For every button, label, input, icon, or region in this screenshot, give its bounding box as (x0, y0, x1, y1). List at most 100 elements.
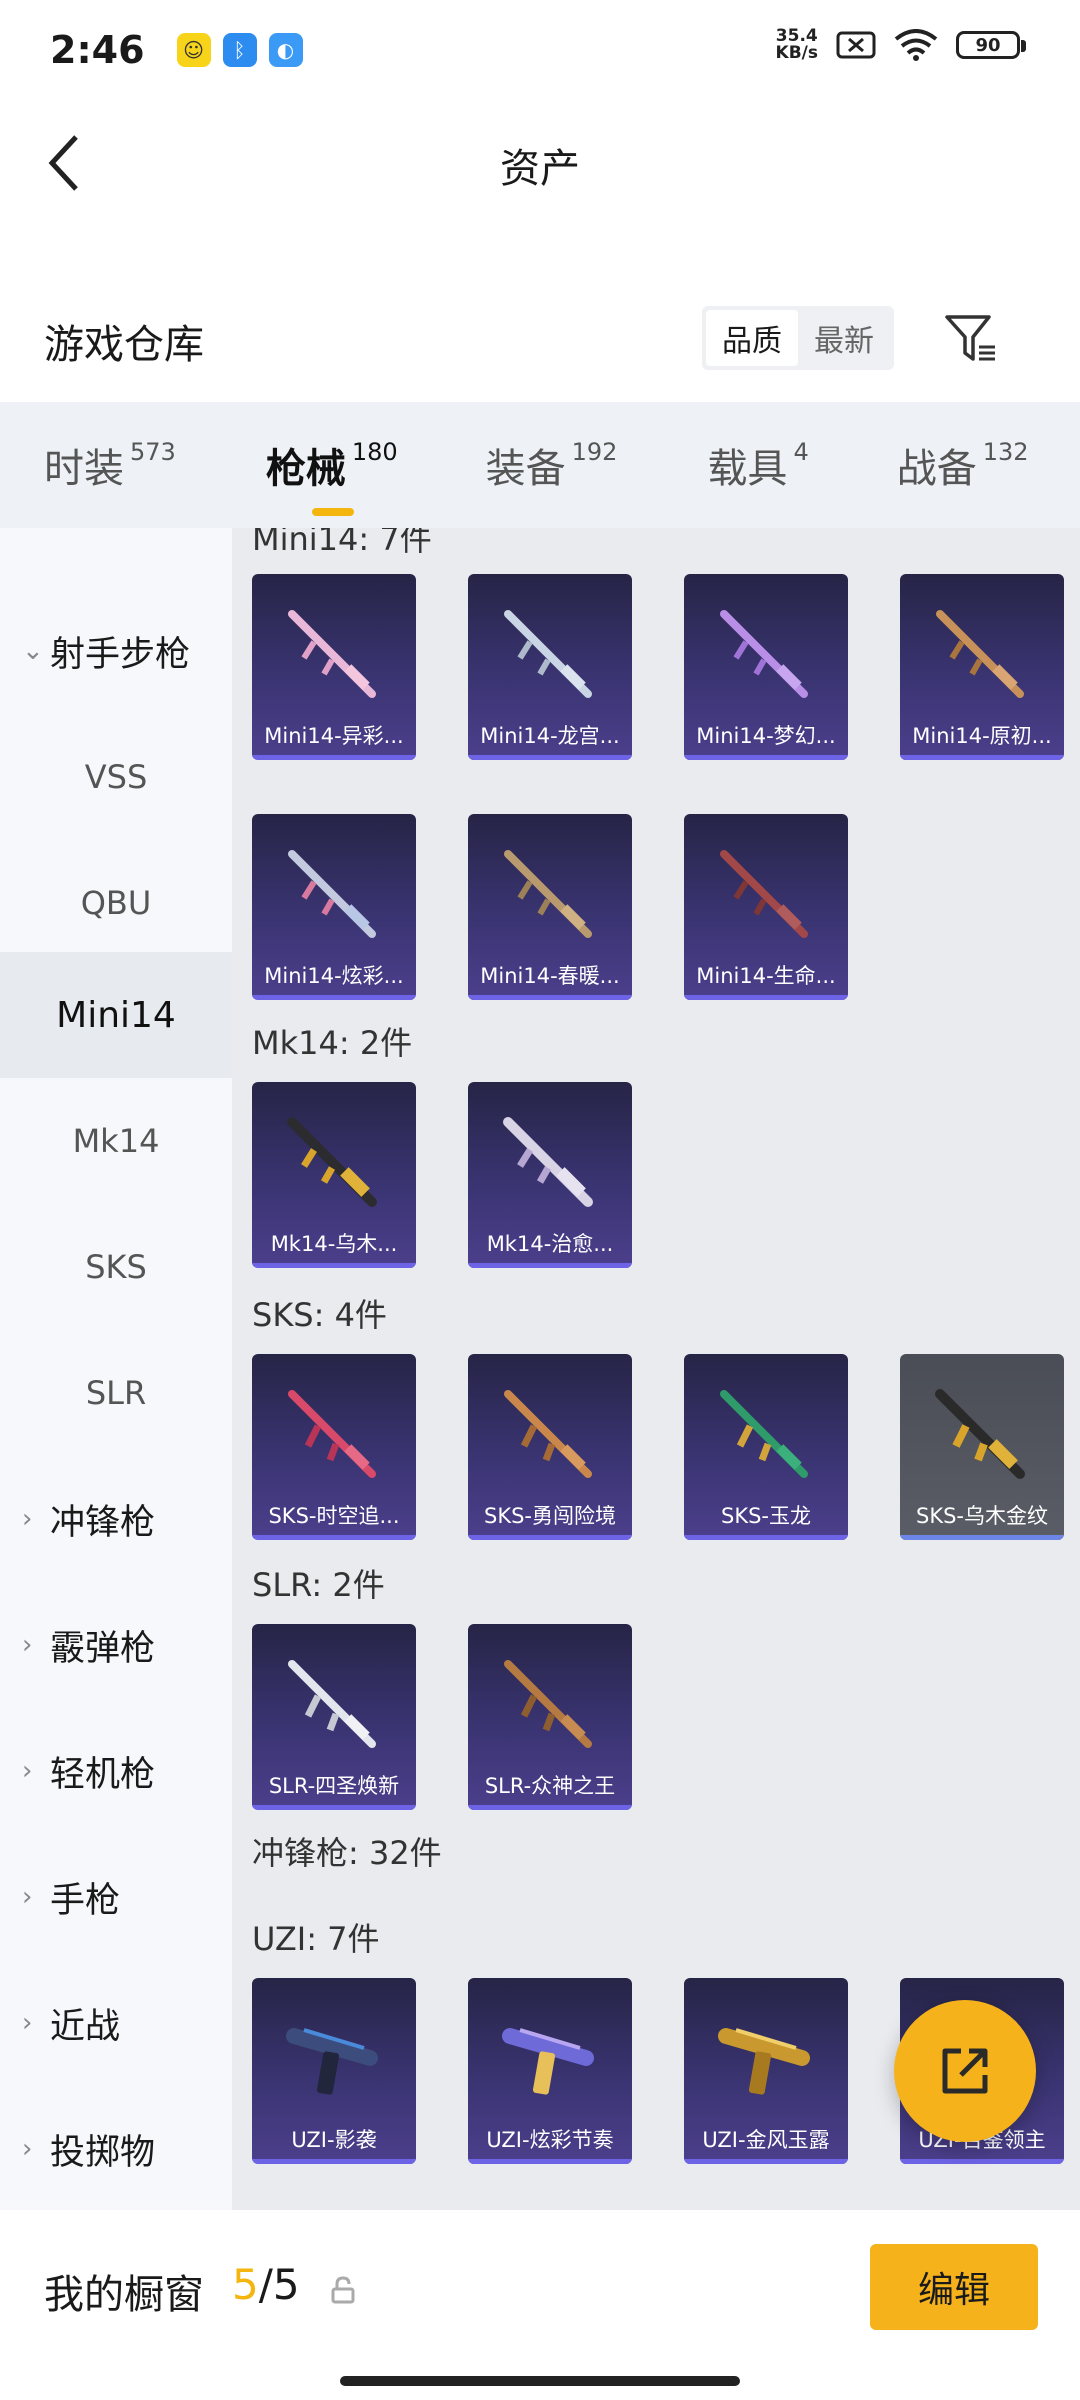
skin-card[interactable]: SLR-众神之王 (468, 1624, 632, 1810)
rarity-bar (900, 1535, 1064, 1540)
rarity-bar (468, 1263, 632, 1268)
sidebar-item-throwable[interactable]: › 投掷物 (0, 2086, 232, 2212)
rarity-bar (252, 995, 416, 1000)
skin-name: SKS-乌木金纹 (915, 1504, 1048, 1528)
sort-toggle: 品质 最新 (702, 306, 894, 370)
chevron-right-icon: › (22, 1882, 33, 1912)
skin-name: UZI-炫彩节奏 (486, 2128, 614, 2152)
tab-label: 枪械 (265, 446, 346, 492)
network-speed: 35.4 KB/s (776, 28, 818, 62)
skin-card[interactable]: Mini14-原初... (900, 574, 1064, 760)
sidebar-item-label: SLR (85, 1374, 147, 1412)
share-external-icon (942, 2048, 988, 2094)
skin-card[interactable]: SKS-乌木金纹 (900, 1354, 1064, 1540)
rarity-bar (684, 755, 848, 760)
section-label-sks: SKS: 4件 (252, 1296, 387, 1334)
rifle-icon (935, 1389, 1025, 1479)
skin-name: Mini14-原初... (912, 724, 1052, 748)
sidebar-item-melee[interactable]: › 近战 (0, 1960, 232, 2086)
sidebar-item-sks[interactable]: SKS (0, 1204, 232, 1330)
battery-indicator: 90 (956, 31, 1026, 59)
sidebar-item-lmg[interactable]: › 轻机枪 (0, 1708, 232, 1834)
section-label-mini14: Mini14: 7件 (252, 528, 432, 558)
skin-card[interactable]: UZI-炫彩节奏 (468, 1978, 632, 2164)
skin-name: SKS-时空追... (268, 1504, 400, 1528)
sidebar-item-mk14[interactable]: Mk14 (0, 1078, 232, 1204)
rifle-icon (504, 610, 592, 698)
skin-card[interactable]: SKS-勇闯险境 (468, 1354, 632, 1540)
skin-card[interactable]: Mini14-龙宫... (468, 574, 632, 760)
skin-card[interactable]: SKS-玉龙 (684, 1354, 848, 1540)
sidebar-item-mini14[interactable]: Mini14 (0, 952, 232, 1078)
rarity-bar (252, 1263, 416, 1268)
skin-name: SKS-勇闯险境 (483, 1504, 616, 1528)
skin-card[interactable]: Mk14-治愈... (468, 1082, 632, 1268)
filter-button[interactable] (936, 304, 1006, 374)
rifle-icon (720, 850, 808, 938)
skin-name: Mini14-炫彩... (264, 964, 404, 988)
sort-option-quality[interactable]: 品质 (706, 310, 798, 366)
skin-card[interactable]: Mini14-异彩... (252, 574, 416, 760)
section-label-mk14: Mk14: 2件 (252, 1024, 413, 1062)
sidebar-item-qbu[interactable]: QBU (0, 840, 232, 966)
skin-card[interactable]: UZI-影袭 (252, 1978, 416, 2164)
skin-name: Mini14-梦幻... (696, 724, 836, 748)
tab-vehicles[interactable]: 载具 4 (707, 436, 808, 494)
sidebar-item-label: Mk14 (72, 1122, 160, 1160)
rifle-icon (936, 610, 1024, 698)
skin-card[interactable]: Mk14-乌木... (252, 1082, 416, 1268)
sidebar-item-label: 射手步枪 (50, 634, 191, 675)
browser-notification-icon: ◐ (268, 33, 303, 67)
skin-card[interactable]: Mini14-炫彩... (252, 814, 416, 1000)
skin-name: Mini14-龙宫... (480, 724, 620, 748)
sidebar-item-vss[interactable]: VSS (0, 714, 232, 840)
chevron-right-icon: › (22, 1504, 33, 1534)
tab-label: 时装 (44, 446, 124, 492)
sidebar-item-label: SKS (85, 1248, 147, 1286)
chevron-right-icon: › (22, 2008, 33, 2038)
skin-name: UZI-影袭 (291, 2128, 377, 2152)
lock-icon (331, 2276, 355, 2304)
tab-fashion[interactable]: 时装 573 (44, 436, 176, 494)
skin-card[interactable]: Mini14-春暖... (468, 814, 632, 1000)
skin-card[interactable]: Mini14-生命... (684, 814, 848, 1000)
skin-card[interactable]: UZI-金风玉露 (684, 1978, 848, 2164)
skin-card[interactable]: Mini14-梦幻... (684, 574, 848, 760)
sidebar-item-label: 投掷物 (50, 2132, 156, 2173)
skin-card[interactable]: SLR-四圣焕新 (252, 1624, 416, 1810)
sidebar-item-label: 霰弹枪 (50, 1628, 156, 1669)
sidebar-item-marksman-rifle[interactable]: ⌄ 射手步枪 (0, 588, 232, 714)
sidebar-item-pistol[interactable]: › 手枪 (0, 1834, 232, 1960)
status-bar: 2:46 ☺ ᛒ ◐ 35.4 KB/s 90 (0, 0, 1080, 100)
rarity-bar (468, 995, 632, 1000)
category-tabs: 时装 573 枪械 180 装备 192 载具 4 战备 132 (0, 402, 1080, 528)
tab-guns[interactable]: 枪械 180 (265, 436, 398, 516)
sidebar-item-smg[interactable]: › 冲锋枪 (0, 1456, 232, 1582)
smg-icon (502, 2028, 594, 2095)
rarity-bar (468, 755, 632, 760)
tab-count: 132 (982, 438, 1029, 466)
tab-supplies[interactable]: 战备 132 (897, 436, 1029, 494)
skin-name: Mini14-生命... (696, 964, 836, 988)
chevron-right-icon: › (22, 2134, 33, 2164)
sort-option-latest[interactable]: 最新 (798, 310, 890, 366)
rifle-icon (504, 850, 592, 938)
share-button[interactable] (894, 2000, 1036, 2142)
showcase-label: 我的橱窗 (44, 2272, 204, 2318)
showcase-count: 5/5 (232, 2260, 300, 2309)
weapon-type-sidebar: ⌄ 射手步枪 VSS QBU Mini14 Mk14 SKS SLR › 冲锋枪… (0, 528, 232, 2210)
home-indicator[interactable] (340, 2376, 740, 2386)
skin-name: Mini14-异彩... (264, 724, 404, 748)
rarity-bar (684, 1535, 848, 1540)
skin-card[interactable]: SKS-时空追... (252, 1354, 416, 1540)
tab-equipment[interactable]: 装备 192 (486, 436, 618, 494)
edit-button[interactable]: 编辑 (870, 2244, 1038, 2330)
page-title: 资产 (500, 146, 580, 192)
sidebar-item-shotgun[interactable]: › 霰弹枪 (0, 1582, 232, 1708)
rifle-icon (720, 610, 808, 698)
rifle-icon (288, 1660, 376, 1748)
tab-count: 192 (571, 438, 618, 466)
sidebar-item-slr[interactable]: SLR (0, 1330, 232, 1456)
rarity-bar (252, 1535, 416, 1540)
chevron-down-icon: ⌄ (22, 636, 44, 666)
